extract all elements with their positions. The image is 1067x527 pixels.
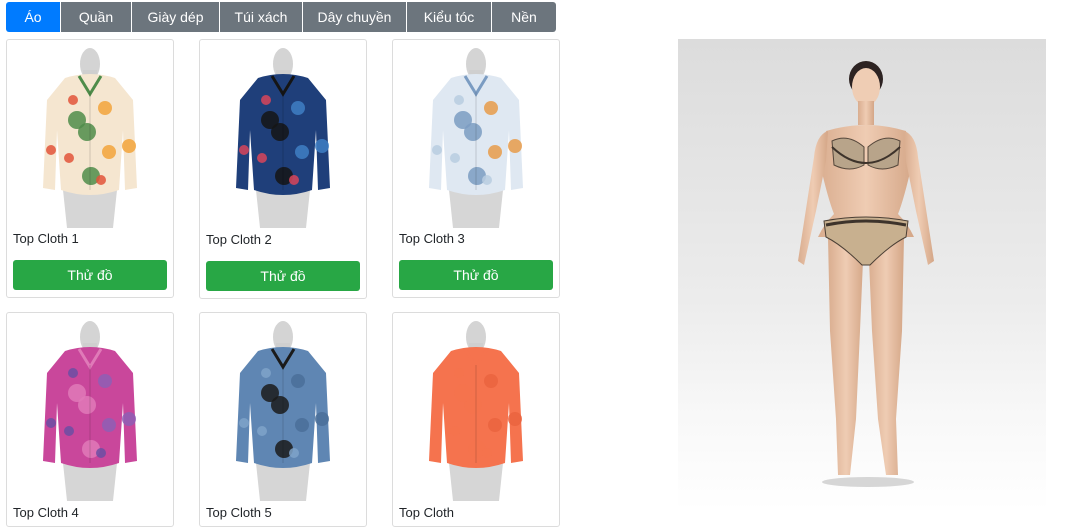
product-card: Top Cloth 3 Thử đồ <box>392 39 560 298</box>
product-name: Top Cloth 1 <box>13 231 79 246</box>
product-card: Top Cloth 2 Thử đồ <box>199 39 367 299</box>
product-image <box>43 48 137 228</box>
model-preview <box>678 39 1046 511</box>
tab-ao[interactable]: Áo <box>6 2 61 32</box>
product-card: Top Cloth 4 <box>6 312 174 527</box>
product-name: Top Cloth 4 <box>13 505 79 520</box>
product-card: Top Cloth 1 Thử đồ <box>6 39 174 298</box>
tab-kieu-toc[interactable]: Kiểu tóc <box>407 2 492 32</box>
tab-tui-xach[interactable]: Túi xách <box>220 2 303 32</box>
tab-day-chuyen[interactable]: Dây chuyền <box>303 2 407 32</box>
tab-quan[interactable]: Quần <box>61 2 132 32</box>
product-image <box>236 321 330 501</box>
product-card: Top Cloth <box>392 312 560 527</box>
tab-nen[interactable]: Nền <box>492 2 556 32</box>
product-image <box>236 48 330 228</box>
product-image <box>43 321 137 501</box>
try-on-button[interactable]: Thử đồ <box>13 260 167 290</box>
product-name: Top Cloth 5 <box>206 505 272 520</box>
product-name: Top Cloth 2 <box>206 232 272 247</box>
try-on-button[interactable]: Thử đồ <box>206 261 360 291</box>
category-tabs: Áo Quần Giày dép Túi xách Dây chuyền Kiể… <box>6 2 556 32</box>
try-on-button[interactable]: Thử đồ <box>399 260 553 290</box>
model-figure <box>798 61 934 487</box>
tab-giay-dep[interactable]: Giày dép <box>132 2 220 32</box>
product-image <box>429 48 523 228</box>
product-image <box>429 321 523 501</box>
product-name: Top Cloth 3 <box>399 231 465 246</box>
product-card: Top Cloth 5 <box>199 312 367 527</box>
product-name: Top Cloth <box>399 505 454 520</box>
